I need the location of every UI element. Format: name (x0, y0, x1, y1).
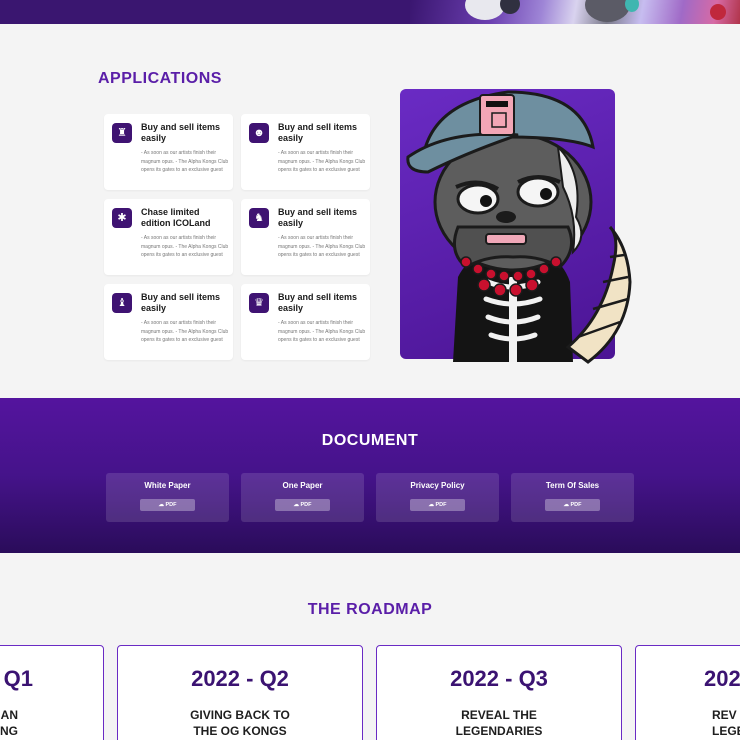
card-title: Buy and sell items easily (141, 292, 221, 313)
roadmap-card: Q1 AN NG (0, 645, 104, 740)
document-card-term-of-sales: Term Of Sales ☁ PDF (511, 473, 634, 522)
document-card-title: Term Of Sales (545, 481, 600, 490)
document-card-one-paper: One Paper ☁ PDF (241, 473, 364, 522)
application-card[interactable]: ✱ Chase limited edition ICOLand - As soo… (104, 199, 233, 275)
cloud-download-icon: ☁ (158, 502, 166, 508)
card-description: - As soon as our artists finish their ma… (141, 235, 229, 258)
mask-icon: ☻ (249, 123, 269, 143)
card-title: Buy and sell items easily (141, 122, 221, 143)
card-title: Chase limited edition ICOLand (141, 207, 211, 228)
spider-icon: ✱ (112, 208, 132, 228)
roadmap-card: 2022 - Q2 GIVING BACK TO THE OG KONGS (117, 645, 363, 740)
pdf-download-button[interactable]: ☁ PDF (275, 499, 330, 511)
card-title: Buy and sell items easily (278, 292, 358, 313)
pdf-download-button[interactable]: ☁ PDF (545, 499, 600, 511)
application-card[interactable]: ☻ Buy and sell items easily - As soon as… (241, 114, 370, 190)
roadmap-year: Q1 (3, 666, 33, 691)
card-description: - As soon as our artists finish their ma… (278, 320, 366, 343)
cat-icon: ♞ (249, 208, 269, 228)
roadmap-milestone: GIVING BACK TO THE OG KONGS (190, 708, 290, 738)
document-card-title: One Paper (282, 481, 323, 490)
logo-icon: ♜ (112, 123, 132, 143)
application-card[interactable]: ♜ Buy and sell items easily - As soon as… (104, 114, 233, 190)
document-card-title: White Paper (144, 481, 191, 490)
document-card-title: Privacy Policy (410, 481, 465, 490)
card-description: - As soon as our artists finish their ma… (278, 150, 366, 173)
document-title: DOCUMENT (321, 432, 419, 449)
top-banner (0, 0, 740, 24)
document-card-white-paper: White Paper ☁ PDF (106, 473, 229, 522)
roadmap-title: THE ROADMAP (307, 601, 433, 618)
roadmap-milestone: REV LEGE (712, 708, 740, 738)
card-description: - As soon as our artists finish their ma… (141, 150, 229, 173)
document-card-privacy-policy: Privacy Policy ☁ PDF (376, 473, 499, 522)
roadmap-milestone: REVEAL THE LEGENDARIES (455, 708, 543, 738)
bat-icon: ♝ (112, 293, 132, 313)
card-description: - As soon as our artists finish their ma… (141, 320, 229, 343)
banner-artwork (410, 0, 740, 24)
kong-character-illustration (400, 89, 632, 364)
card-description: - As soon as our artists finish their ma… (278, 235, 366, 258)
application-card[interactable]: ♞ Buy and sell items easily - As soon as… (241, 199, 370, 275)
card-title: Buy and sell items easily (278, 207, 358, 228)
bear-icon: ♛ (249, 293, 269, 313)
roadmap-card: 2022 - Q3 REVEAL THE LEGENDARIES (376, 645, 622, 740)
cloud-download-icon: ☁ (293, 502, 301, 508)
page: APPLICATIONS ♜ Buy and sell items easily… (0, 0, 740, 740)
roadmap-year: 202 (704, 666, 740, 691)
roadmap-year: 2022 - Q2 (191, 666, 289, 691)
application-card[interactable]: ♝ Buy and sell items easily - As soon as… (104, 284, 233, 360)
cloud-download-icon: ☁ (428, 502, 436, 508)
card-title: Buy and sell items easily (278, 122, 358, 143)
roadmap-milestone: AN NG (0, 708, 18, 738)
roadmap-year: 2022 - Q3 (450, 666, 548, 691)
pdf-download-button[interactable]: ☁ PDF (140, 499, 195, 511)
cloud-download-icon: ☁ (563, 502, 571, 508)
applications-title: APPLICATIONS (98, 70, 222, 87)
application-card[interactable]: ♛ Buy and sell items easily - As soon as… (241, 284, 370, 360)
roadmap-card: 202 REV LEGE (635, 645, 740, 740)
pdf-download-button[interactable]: ☁ PDF (410, 499, 465, 511)
kong-character-art (406, 90, 632, 364)
